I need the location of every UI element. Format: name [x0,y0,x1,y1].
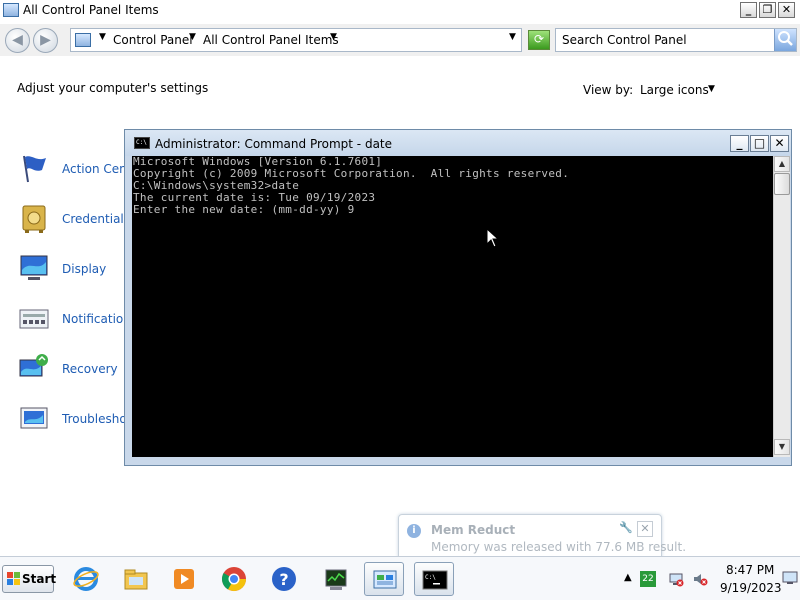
task-manager-icon [325,569,347,590]
taskbar-control-panel[interactable] [364,562,404,596]
info-icon: i [407,524,421,538]
console-input-line[interactable]: Enter the new date: (mm-dd-yy) 9 [133,204,772,216]
control-panel-icon [373,570,397,589]
cp-item-credential-manager[interactable]: Credential M [18,202,138,238]
search-input[interactable] [562,32,772,48]
start-label: Start [22,572,57,586]
breadcrumb-all-items[interactable]: All Control Panel Items [203,33,339,47]
address-field[interactable]: ▼ Control Panel ▼ All Control Panel Item… [70,28,522,52]
troubleshooting-icon [20,407,48,429]
recovery-icon [19,354,48,377]
cp-item-action-center[interactable]: Action Cent [18,152,132,188]
wrench-icon[interactable]: 🔧 [619,521,633,535]
restore-button[interactable]: ❐ [759,2,776,18]
cp-item-recovery[interactable]: Recovery [18,352,128,388]
file-explorer-icon [124,569,148,590]
notification-icons-icon [19,309,49,329]
svg-text:?: ? [279,570,288,589]
search-button[interactable] [774,29,796,51]
item-label: Notificatior [62,312,129,326]
refresh-button[interactable]: ⟳ [528,30,550,50]
clock-date[interactable]: 9/19/2023 [720,581,782,595]
minimize-button[interactable]: _ [740,2,757,18]
item-label: Troublesho [62,412,127,426]
view-by-dropdown[interactable]: Large icons [640,83,709,97]
cmd-maximize-button[interactable]: □ [750,135,769,152]
window-title: All Control Panel Items [23,3,159,17]
control-panel-icon [75,33,91,47]
address-bar: ◀ ▶ ▼ Control Panel ▼ All Control Panel … [0,24,800,56]
scroll-thumb[interactable] [774,173,790,195]
notification-message: Memory was released with 77.6 MB result. [431,540,687,554]
cp-item-troubleshooting[interactable]: Troublesho [18,402,128,438]
chrome-icon [221,567,246,592]
internet-explorer-icon [73,567,99,591]
taskbar-media-player[interactable] [164,562,204,596]
flag-icon [23,155,46,183]
chevron-up-icon[interactable]: ▲ [624,572,632,583]
chevron-down-icon[interactable]: ▼ [189,32,196,42]
close-button[interactable]: ✕ [778,2,795,18]
start-button[interactable]: Start [2,565,57,593]
clock-time[interactable]: 8:47 PM [726,563,774,577]
taskbar-internet-explorer[interactable] [66,562,106,596]
back-button[interactable]: ◀ [5,28,30,53]
command-prompt-titlebar[interactable]: C:\ Administrator: Command Prompt - date… [125,130,791,156]
svg-text:C:\: C:\ [425,574,436,581]
control-panel-titlebar: All Control Panel Items _ ❐ ✕ [0,0,800,22]
help-icon: ? [272,567,296,591]
cmd-minimize-button[interactable]: _ [730,135,749,152]
taskbar-chrome[interactable] [214,562,254,596]
item-label: Recovery [62,362,118,376]
forward-button[interactable]: ▶ [33,28,58,53]
windows-logo-icon [7,572,20,585]
cmd-close-button[interactable]: ✕ [770,135,789,152]
search-icon [778,31,793,46]
chevron-down-icon[interactable]: ▼ [708,84,715,94]
notification-close-button[interactable]: ✕ [637,521,653,537]
notification-title: Mem Reduct [431,523,516,537]
taskbar-file-explorer[interactable] [116,562,156,596]
cp-item-display[interactable]: Display [18,252,128,288]
monitor-icon [20,255,48,280]
vault-icon [22,205,46,233]
scroll-up-button[interactable]: ▲ [774,156,790,172]
control-panel-icon [3,3,19,17]
network-disconnected-icon[interactable] [668,571,684,587]
taskbar-help[interactable]: ? [264,562,304,596]
cp-item-notification-area-icons[interactable]: Notificatior [18,302,128,338]
system-tray: ▲ 22 8:47 PM 9/19/2023 [616,557,800,600]
breadcrumb-control-panel[interactable]: Control Panel [113,33,193,47]
media-player-icon [174,569,194,589]
taskbar-command-prompt[interactable]: C:\ [414,562,454,596]
command-prompt-title: Administrator: Command Prompt - date [155,137,393,151]
mem-reduct-tray-icon[interactable]: 22 [640,571,656,587]
show-desktop-icon[interactable] [782,571,798,585]
mouse-cursor-icon [486,228,500,248]
search-box [555,28,797,52]
address-dropdown-icon[interactable]: ▼ [509,32,516,42]
command-prompt-icon: C:\ [134,137,150,149]
item-label: Action Cent [62,162,132,176]
mem-reduct-notification[interactable]: i Mem Reduct Memory was released with 77… [398,514,686,560]
volume-muted-icon[interactable] [692,571,708,587]
item-label: Display [62,262,107,276]
view-by-label: View by: [583,83,634,97]
chevron-down-icon[interactable]: ▼ [330,32,337,42]
scroll-down-button[interactable]: ▼ [774,439,790,455]
console-scrollbar[interactable]: ▲ ▼ [773,156,790,457]
chevron-down-icon[interactable]: ▼ [99,32,106,42]
command-prompt-window: C:\ Administrator: Command Prompt - date… [124,129,792,466]
page-heading: Adjust your computer's settings [17,81,209,95]
command-prompt-icon: C:\ [422,570,448,590]
console-output[interactable]: Microsoft Windows [Version 6.1.7601] Cop… [132,156,773,457]
taskbar-task-manager[interactable] [316,562,356,596]
taskbar: Start ? C:\ ▲ 22 8:47 PM 9/19/2023 [0,556,800,600]
